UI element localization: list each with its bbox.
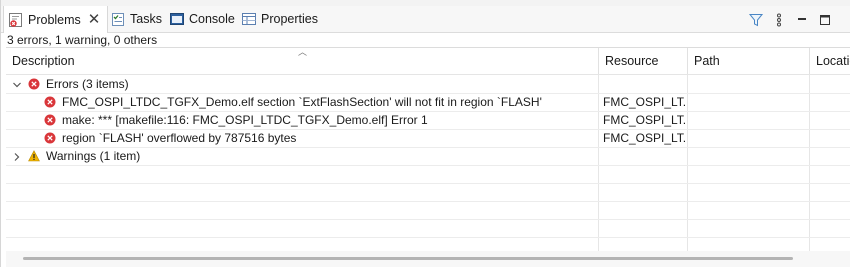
chevron-down-icon[interactable]	[12, 79, 22, 89]
problem-description: region `FLASH' overflowed by 787516 byte…	[44, 129, 596, 147]
tab-console[interactable]: Console	[169, 6, 235, 32]
problem-description-text: FMC_OSPI_LTDC_TGFX_Demo.elf section `Ext…	[62, 95, 542, 109]
console-icon	[169, 11, 185, 27]
table-row[interactable]: make: *** [makefile:116: FMC_OSPI_LTDC_T…	[6, 111, 850, 130]
empty-row	[6, 183, 850, 202]
tab-problems-label: Problems	[28, 12, 81, 27]
tree-group-warnings-label: Warnings (1 item)	[46, 149, 141, 163]
problem-resource: FMC_OSPI_LT...	[603, 113, 685, 127]
tasks-icon	[110, 11, 126, 27]
close-icon[interactable]: ✕	[88, 12, 101, 27]
error-icon	[44, 132, 56, 144]
table-header: Description ︿ Resource Path Location	[6, 48, 850, 75]
column-header-location[interactable]: Location	[809, 48, 850, 74]
tree-group-errors-label: Errors (3 items)	[46, 77, 129, 91]
tab-tasks[interactable]: Tasks	[110, 6, 162, 32]
problem-description: FMC_OSPI_LTDC_TGFX_Demo.elf section `Ext…	[44, 93, 596, 111]
column-header-location-label: Location	[816, 54, 850, 68]
column-header-path-label: Path	[694, 54, 720, 68]
tree-group-errors-cell: Errors (3 items)	[28, 75, 129, 93]
problem-resource: FMC_OSPI_LT...	[603, 131, 685, 145]
properties-icon	[241, 11, 257, 27]
error-icon	[44, 96, 56, 108]
column-header-path[interactable]: Path	[687, 48, 809, 74]
empty-row	[6, 201, 850, 220]
tab-problems[interactable]: Problems ✕	[3, 6, 108, 33]
tab-console-label: Console	[189, 12, 235, 26]
warning-icon	[28, 150, 40, 162]
problem-description: make: *** [makefile:116: FMC_OSPI_LTDC_T…	[44, 111, 596, 129]
problem-resource: FMC_OSPI_LT...	[603, 95, 685, 109]
sort-ascending-icon: ︿	[298, 48, 308, 57]
view-menu-icon[interactable]	[771, 12, 787, 28]
tree-group-errors[interactable]: Errors (3 items)	[6, 75, 850, 94]
column-header-resource-label: Resource	[605, 54, 659, 68]
problem-description-text: region `FLASH' overflowed by 787516 byte…	[62, 131, 297, 145]
chevron-right-icon[interactable]	[12, 151, 22, 161]
error-icon	[28, 78, 40, 90]
maximize-icon[interactable]	[817, 12, 833, 28]
tab-properties-label: Properties	[261, 12, 318, 26]
column-header-resource[interactable]: Resource	[598, 48, 687, 74]
empty-row	[6, 165, 850, 184]
horizontal-scrollbar[interactable]	[6, 251, 850, 267]
problem-description-text: make: *** [makefile:116: FMC_OSPI_LTDC_T…	[62, 113, 428, 127]
scrollbar-thumb[interactable]	[23, 257, 793, 260]
tab-properties[interactable]: Properties	[241, 6, 318, 32]
view-tab-bar: Problems ✕ Tasks Console Properties	[1, 6, 850, 33]
column-header-description[interactable]: Description ︿	[6, 48, 598, 74]
problems-view: Problems ✕ Tasks Console Properties 3 er…	[0, 0, 850, 267]
problems-icon	[8, 12, 24, 28]
problems-table[interactable]: Description ︿ Resource Path Location	[6, 47, 850, 252]
table-row[interactable]: FMC_OSPI_LTDC_TGFX_Demo.elf section `Ext…	[6, 93, 850, 112]
column-header-description-label: Description	[12, 54, 75, 68]
empty-row	[6, 219, 850, 238]
tab-tasks-label: Tasks	[130, 12, 162, 26]
minimize-icon[interactable]	[794, 12, 810, 28]
filter-icon[interactable]	[748, 12, 764, 28]
table-row[interactable]: region `FLASH' overflowed by 787516 byte…	[6, 129, 850, 148]
tree-group-warnings-cell: Warnings (1 item)	[28, 147, 140, 165]
error-icon	[44, 114, 56, 126]
tree-group-warnings[interactable]: Warnings (1 item)	[6, 147, 850, 166]
problems-summary: 3 errors, 1 warning, 0 others	[7, 33, 158, 47]
